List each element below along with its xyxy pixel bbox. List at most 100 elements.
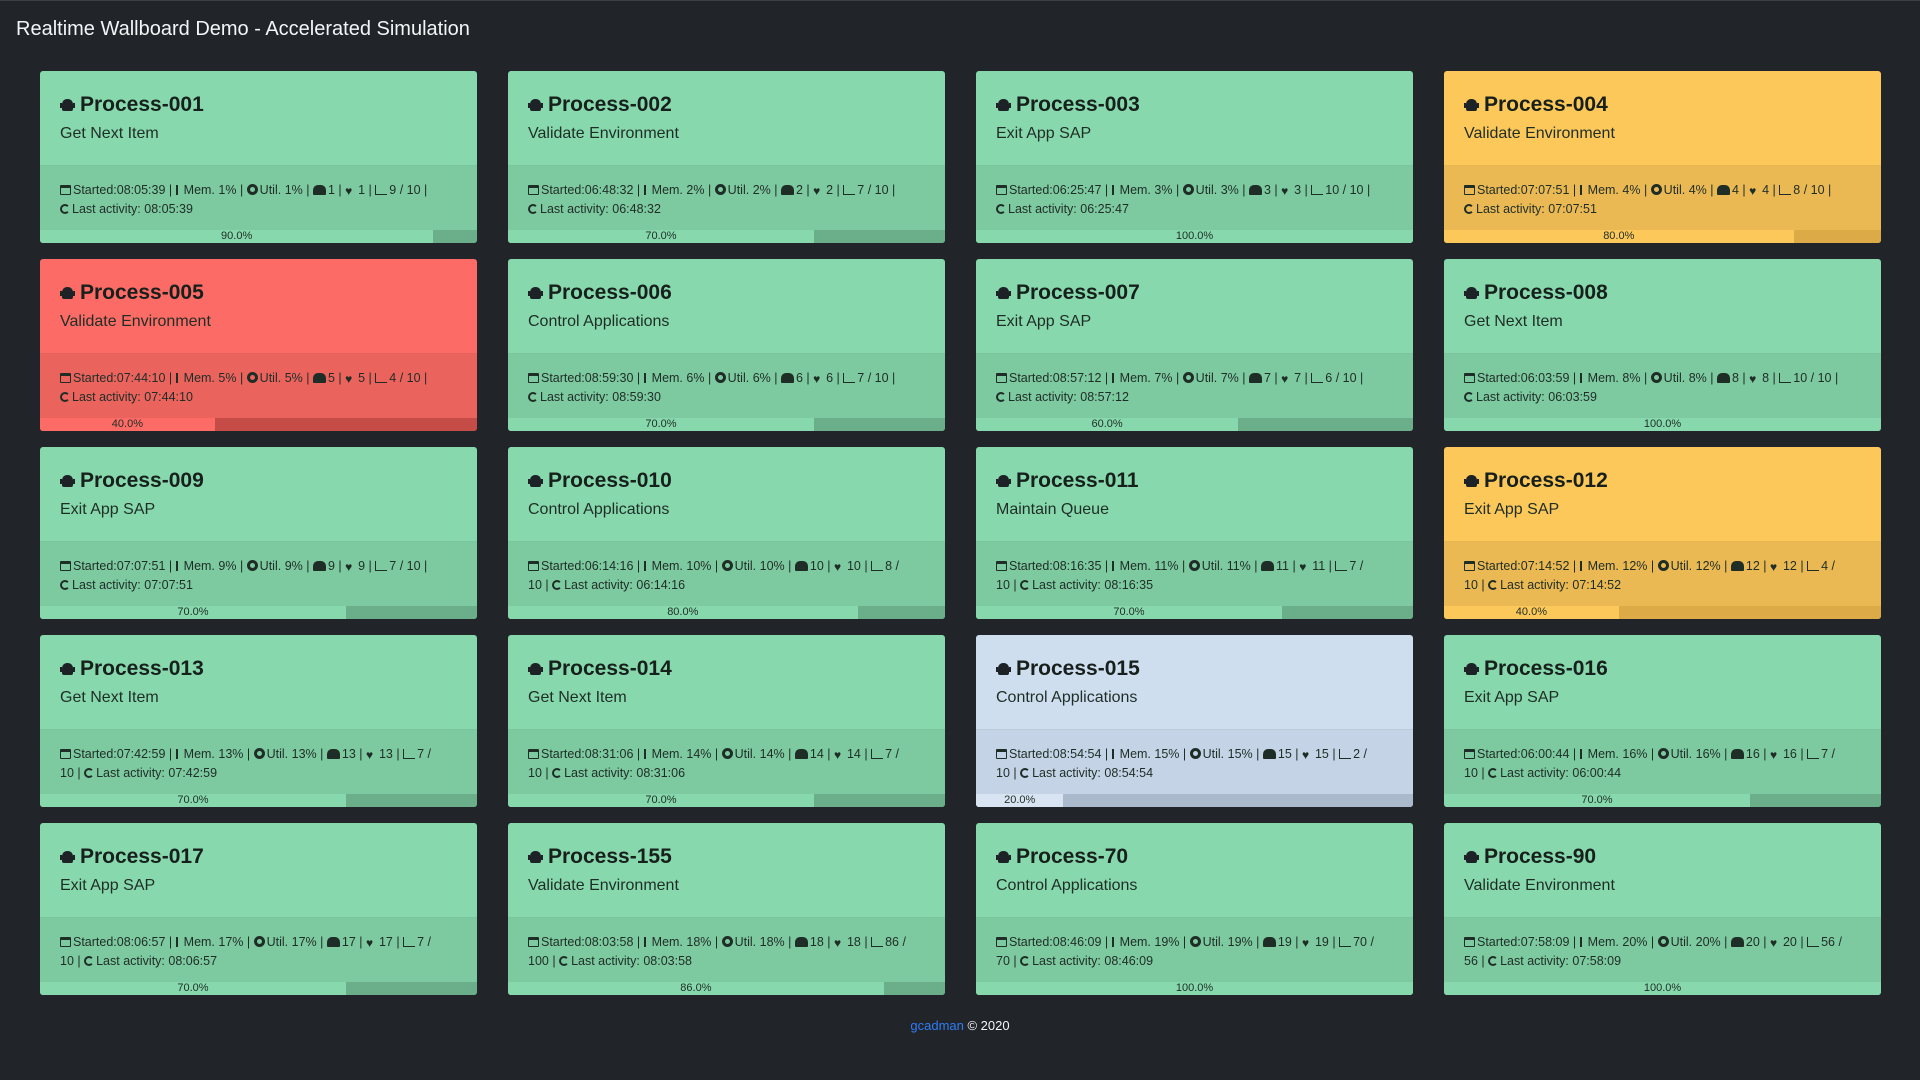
page-title: Realtime Wallboard Demo - Accelerated Si… — [16, 18, 470, 40]
cogs-icon — [1650, 372, 1662, 383]
card-header: Process-004 Validate Environment — [1444, 71, 1881, 166]
bar-chart-icon — [871, 561, 884, 571]
process-card[interactable]: Process-013 Get Next Item Started:07:42:… — [40, 635, 477, 807]
util-value: 9% — [284, 559, 303, 573]
started-label: Started: — [1477, 747, 1521, 761]
calendar-icon — [996, 937, 1007, 947]
process-card[interactable]: Process-001 Get Next Item Started:08:05:… — [40, 71, 477, 243]
cogs-icon — [1188, 560, 1200, 571]
card-title-row: Process-002 — [528, 93, 945, 117]
process-card[interactable]: Process-015 Control Applications Started… — [976, 635, 1413, 807]
calendar-icon — [60, 749, 71, 759]
process-name: Process-011 — [1016, 469, 1139, 492]
users-value: 7 — [1263, 371, 1271, 385]
process-card[interactable]: Process-70 Control Applications Started:… — [976, 823, 1413, 995]
process-card[interactable]: Process-010 Control Applications Started… — [508, 447, 945, 619]
started-value: 08:06:57 — [116, 935, 166, 949]
process-card[interactable]: Process-016 Exit App SAP Started:06:00:4… — [1444, 635, 1881, 807]
last-activity-value: 07:42:59 — [168, 766, 218, 780]
progress-bar: 70.0% — [976, 606, 1413, 619]
last-activity-label: Last activity: — [72, 578, 141, 592]
mem-label: Mem. — [1119, 559, 1151, 573]
last-activity-value: 07:07:51 — [1548, 202, 1597, 216]
bar-chart-icon — [1807, 937, 1820, 947]
process-card[interactable]: Process-008 Get Next Item Started:06:03:… — [1444, 259, 1881, 431]
memory-icon — [1579, 749, 1586, 759]
refresh-icon — [1020, 956, 1031, 966]
last-activity-label: Last activity: — [1032, 954, 1101, 968]
heartbeat-icon: ♥ — [1769, 560, 1778, 574]
bar-chart-icon — [843, 373, 856, 383]
health-value: 16 — [1782, 747, 1797, 761]
card-title-row: Process-016 — [1464, 657, 1881, 681]
process-name: Process-90 — [1484, 845, 1597, 868]
process-card[interactable]: Process-006 Control Applications Started… — [508, 259, 945, 431]
progress-bar: 100.0% — [1444, 418, 1881, 431]
util-label: Util. — [1202, 747, 1225, 761]
card-title-row: Process-007 — [996, 281, 1413, 305]
copyright-text: © 2020 — [967, 1018, 1010, 1033]
android-icon — [528, 661, 543, 677]
process-name: Process-010 — [548, 469, 672, 492]
card-header: Process-011 Maintain Queue — [976, 447, 1413, 542]
process-card[interactable]: Process-007 Exit App SAP Started:08:57:1… — [976, 259, 1413, 431]
mem-value: 18% — [686, 935, 712, 949]
progress-fill: 70.0% — [508, 794, 814, 807]
bar-chart-icon — [843, 185, 856, 195]
last-activity-label: Last activity: — [72, 390, 141, 404]
calendar-icon — [996, 561, 1007, 571]
items-value: 7 / 10 — [857, 371, 889, 385]
android-icon — [996, 849, 1011, 865]
stats-line: Started:08:05:39 | Mem. 1% | Util. 1% | … — [60, 181, 440, 219]
process-card[interactable]: Process-004 Validate Environment Started… — [1444, 71, 1881, 243]
last-activity-value: 08:46:09 — [1104, 954, 1154, 968]
calendar-icon — [1464, 749, 1475, 759]
last-activity-value: 08:16:35 — [1104, 578, 1154, 592]
process-card[interactable]: Process-017 Exit App SAP Started:08:06:5… — [40, 823, 477, 995]
android-icon — [1464, 97, 1479, 113]
process-name: Process-003 — [1016, 93, 1140, 116]
util-label: Util. — [1663, 371, 1686, 385]
process-card[interactable]: Process-155 Validate Environment Started… — [508, 823, 945, 995]
refresh-icon — [84, 768, 95, 778]
process-card[interactable]: Process-011 Maintain Queue Started:08:16… — [976, 447, 1413, 619]
progress-fill: 60.0% — [976, 418, 1239, 431]
card-title-row: Process-006 — [528, 281, 945, 305]
users-icon — [780, 373, 794, 383]
started-value: 06:03:59 — [1520, 371, 1570, 385]
heartbeat-icon: ♥ — [813, 184, 821, 198]
author-link[interactable]: gcadman — [910, 1018, 963, 1033]
android-icon — [528, 849, 543, 865]
android-icon — [996, 285, 1011, 301]
process-card[interactable]: Process-005 Validate Environment Started… — [40, 259, 477, 431]
process-task: Validate Environment — [528, 125, 679, 142]
process-card[interactable]: Process-90 Validate Environment Started:… — [1444, 823, 1881, 995]
process-card[interactable]: Process-012 Exit App SAP Started:07:14:5… — [1444, 447, 1881, 619]
card-header: Process-013 Get Next Item — [40, 635, 477, 730]
cogs-icon — [721, 560, 733, 571]
health-value: 15 — [1314, 747, 1329, 761]
refresh-icon — [552, 768, 563, 778]
process-name: Process-001 — [80, 93, 204, 116]
process-card[interactable]: Process-014 Get Next Item Started:08:31:… — [508, 635, 945, 807]
calendar-icon — [996, 373, 1007, 383]
health-value: 20 — [1782, 935, 1797, 949]
util-label: Util. — [1670, 935, 1693, 949]
calendar-icon — [60, 373, 71, 383]
mem-label: Mem. — [1119, 183, 1151, 197]
mem-label: Mem. — [1119, 935, 1151, 949]
process-card[interactable]: Process-009 Exit App SAP Started:07:07:5… — [40, 447, 477, 619]
card-header: Process-015 Control Applications — [976, 635, 1413, 730]
process-card[interactable]: Process-003 Exit App SAP Started:06:25:4… — [976, 71, 1413, 243]
started-label: Started: — [1477, 183, 1521, 197]
items-value: 7 / 10 — [389, 559, 421, 573]
mem-label: Mem. — [651, 183, 683, 197]
android-icon — [996, 473, 1011, 489]
users-value: 4 — [1731, 183, 1739, 197]
users-value: 1 — [327, 183, 335, 197]
users-icon — [1262, 937, 1276, 947]
last-activity-label: Last activity: — [96, 954, 165, 968]
process-card[interactable]: Process-002 Validate Environment Started… — [508, 71, 945, 243]
util-label: Util. — [727, 371, 750, 385]
users-icon — [312, 561, 326, 571]
